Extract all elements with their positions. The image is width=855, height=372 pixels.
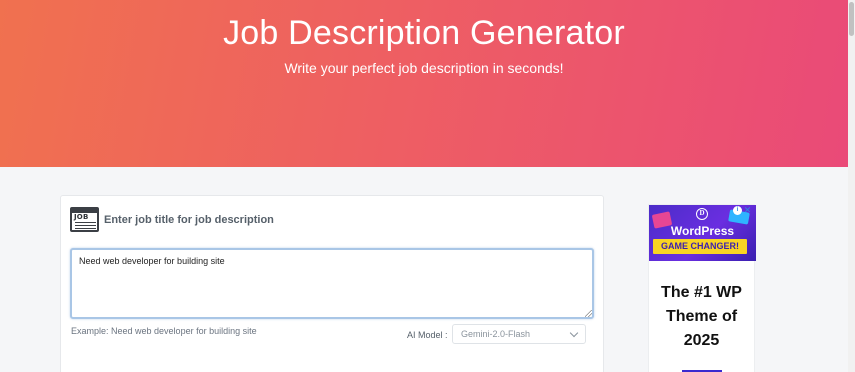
page-scrollbar[interactable] — [848, 0, 855, 372]
card-heading: Enter job title for job description — [104, 213, 274, 226]
page-subtitle: Write your perfect job description in se… — [284, 60, 564, 76]
page-title: Job Description Generator — [223, 14, 625, 52]
divi-logo-icon: D — [696, 208, 708, 220]
ad-close-icon[interactable]: ✕ — [743, 205, 752, 215]
ai-model-label: AI Model : — [407, 330, 448, 340]
ad-info-icon[interactable]: i — [733, 206, 742, 215]
ad-tagline-line: The #1 WP — [661, 284, 742, 301]
job-input-card: JOB Enter job title for job description … — [60, 195, 604, 372]
job-board-icon: JOB — [70, 207, 99, 232]
job-icon-text: JOB — [74, 213, 89, 221]
ad-tagline-line: 2025 — [683, 332, 720, 349]
scrollbar-thumb[interactable] — [849, 2, 854, 36]
job-title-input[interactable]: Need web developer for building site — [70, 248, 594, 319]
example-hint: Example: Need web developer for building… — [71, 326, 257, 336]
textarea-resize-handle[interactable] — [585, 310, 592, 317]
ai-model-select[interactable]: Gemini-2.0-Flash — [452, 324, 586, 344]
ad-tagline-line: Theme of — [665, 308, 738, 325]
ad-chip: GAME CHANGER! — [653, 239, 747, 254]
ad-wordpress-text: WordPress — [670, 224, 735, 238]
card-header: JOB Enter job title for job description — [70, 207, 274, 232]
sidebar-ad[interactable]: D WordPress GAME CHANGER! i ✕ The #1 WP … — [648, 204, 756, 372]
ai-model-selected-value: Gemini-2.0-Flash — [461, 329, 531, 339]
hero-header: Job Description Generator Write your per… — [0, 0, 848, 167]
ad-tagline: The #1 WP Theme of 2025 — [649, 281, 754, 353]
chevron-down-icon — [569, 328, 579, 337]
